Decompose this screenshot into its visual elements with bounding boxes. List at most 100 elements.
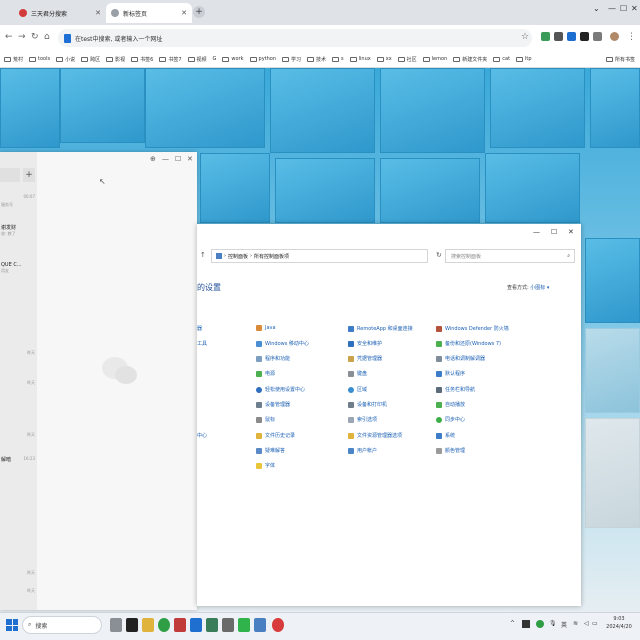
extension-icon[interactable]	[580, 32, 589, 41]
reload-button[interactable]: ↻	[31, 32, 39, 42]
bookmark-item[interactable]: python	[249, 56, 276, 62]
app-icon[interactable]	[272, 618, 284, 632]
cp-item-taskbar[interactable]: 任务栏和导航	[436, 386, 475, 393]
bookmark-item[interactable]: 书签6	[131, 56, 153, 63]
battery-icon[interactable]: ▭	[592, 620, 598, 627]
bookmark-item[interactable]: 跨区	[81, 56, 100, 63]
cp-item[interactable]: 工具	[197, 340, 207, 347]
bookmark-item[interactable]: cat	[493, 56, 510, 62]
cp-item-file-history[interactable]: 文件历史记录	[256, 432, 295, 439]
bookmark-item[interactable]: 视频	[187, 56, 207, 63]
home-button[interactable]: ⌂	[44, 32, 50, 42]
tab-search-dropdown-icon[interactable]: ⌄	[593, 4, 600, 13]
microphone-icon[interactable]: 🎙	[549, 620, 557, 627]
search-input[interactable]	[0, 168, 20, 182]
list-item[interactable]: QUE C... 用友	[0, 262, 37, 286]
bookmark-item[interactable]: tools	[29, 56, 50, 62]
cp-item[interactable]: 中心	[197, 432, 207, 439]
close-window-button[interactable]: ✕	[568, 228, 574, 236]
bookmark-item[interactable]: 社区	[397, 56, 417, 63]
cp-item-backup[interactable]: 备份和还原(Windows 7)	[436, 340, 501, 347]
chrome-icon[interactable]	[158, 618, 170, 632]
cp-item-autoplay[interactable]: 自动播放	[436, 401, 465, 408]
cp-item-credentials[interactable]: 凭据管理器	[348, 355, 382, 362]
list-item[interactable]: 谢发财 收: 教了	[0, 224, 37, 248]
all-bookmarks-button[interactable]: 所有书签	[606, 56, 635, 63]
cp-item-indexing[interactable]: 索引选项	[348, 416, 377, 423]
cp-item-region[interactable]: 区域	[348, 386, 367, 393]
list-item[interactable]: 16:23 解暗	[0, 456, 37, 476]
list-item[interactable]: 00:07 服务号	[0, 194, 37, 216]
cp-item-accessibility[interactable]: 轻松使用设置中心	[256, 386, 305, 393]
extension-icon[interactable]	[554, 32, 563, 41]
cp-item-troubleshoot[interactable]: 疑难解答	[256, 447, 285, 454]
cp-item-security[interactable]: 安全和维护	[348, 340, 382, 347]
app-icon[interactable]	[174, 618, 186, 632]
new-tab-button[interactable]: +	[193, 6, 205, 18]
cp-item-keyboard[interactable]: 键盘	[348, 370, 367, 377]
cp-item-default-programs[interactable]: 默认程序	[436, 370, 465, 377]
cp-item-programs[interactable]: 程序和功能	[256, 355, 290, 362]
close-icon[interactable]: ✕	[181, 9, 187, 17]
clock[interactable]: 9:03 2024/4/20	[600, 615, 638, 631]
up-arrow-icon[interactable]: ↑	[200, 251, 206, 259]
list-item[interactable]: 昨天	[0, 432, 37, 452]
bookmark-item[interactable]: 技术	[307, 56, 326, 63]
bookmark-item[interactable]: xx	[376, 56, 392, 62]
list-item[interactable]: 昨天	[0, 588, 37, 608]
bookmark-item[interactable]: lemon	[422, 56, 447, 62]
cp-item-mouse[interactable]: 鼠标	[256, 416, 275, 423]
add-button[interactable]: +	[23, 168, 35, 182]
cp-item-fonts[interactable]: 字体	[256, 462, 275, 469]
bookmark-item[interactable]: ltp	[516, 56, 532, 62]
cp-item-explorer-options[interactable]: 文件资源管理器选项	[348, 432, 402, 439]
app-icon[interactable]	[206, 618, 218, 632]
cp-item-system[interactable]: 系统	[436, 432, 455, 439]
avatar[interactable]	[610, 32, 619, 41]
maximize-button[interactable]: ☐	[620, 4, 627, 13]
close-window-button[interactable]: ✕	[631, 4, 638, 13]
breadcrumb-item[interactable]: 所有控制面板项	[254, 253, 289, 260]
tab-search[interactable]: 三天君分搜索 ✕	[14, 3, 106, 23]
bookmark-item[interactable]: 小说	[56, 56, 75, 63]
bookmark-item[interactable]: G	[213, 56, 217, 62]
search-input[interactable]: 搜索控制面板 ⌕	[445, 249, 575, 263]
minimize-button[interactable]: —	[533, 228, 540, 236]
cp-item[interactable]: 器	[197, 325, 202, 332]
tray-overflow-icon[interactable]: ^	[510, 620, 515, 627]
language-indicator[interactable]: 英	[561, 620, 567, 629]
refresh-icon[interactable]: ↻	[436, 251, 442, 259]
app-icon[interactable]	[222, 618, 234, 632]
cp-item-phone-modem[interactable]: 电话和调制解调器	[436, 355, 485, 362]
cp-item-device-manager[interactable]: 设备管理器	[256, 401, 290, 408]
cp-item-java[interactable]: Java	[256, 325, 276, 331]
cp-item-remoteapp[interactable]: RemoteApp 和桌面连接	[348, 325, 413, 332]
bookmark-item[interactable]: 荒村	[4, 56, 23, 63]
bookmark-item[interactable]: 学习	[282, 56, 301, 63]
cp-item-power[interactable]: 电源	[256, 370, 275, 377]
bookmark-item[interactable]: 新建文件夹	[453, 56, 487, 63]
control-panel-icon[interactable]	[254, 618, 266, 632]
minimize-button[interactable]: —	[162, 155, 169, 163]
bookmark-star-icon[interactable]: ☆	[521, 32, 529, 42]
close-icon[interactable]: ✕	[95, 9, 101, 17]
maximize-button[interactable]: ☐	[551, 228, 557, 236]
back-button[interactable]: ←	[5, 32, 13, 42]
app-icon[interactable]	[190, 618, 202, 632]
app-icon[interactable]	[126, 618, 138, 632]
minimize-button[interactable]: —	[608, 4, 616, 13]
tray-app-icon[interactable]	[522, 620, 530, 628]
bookmark-item[interactable]: 书签7	[159, 56, 182, 63]
close-window-button[interactable]: ✕	[187, 155, 193, 163]
file-explorer-icon[interactable]	[142, 618, 154, 632]
list-item[interactable]: 昨天	[0, 350, 37, 370]
forward-button[interactable]: →	[18, 32, 26, 42]
address-bar[interactable]: 在test中搜索, 或者输入一个网址	[58, 29, 532, 47]
cp-item-firewall[interactable]: Windows Defender 防火墙	[436, 325, 509, 332]
cp-item-color-management[interactable]: 颜色管理	[436, 447, 465, 454]
list-item[interactable]: 昨天	[0, 570, 37, 590]
windows-start-icon[interactable]	[6, 619, 18, 631]
puzzle-icon[interactable]	[593, 32, 602, 41]
task-view-icon[interactable]	[110, 618, 122, 632]
cp-item-user-accounts[interactable]: 用户帐户	[348, 447, 377, 454]
